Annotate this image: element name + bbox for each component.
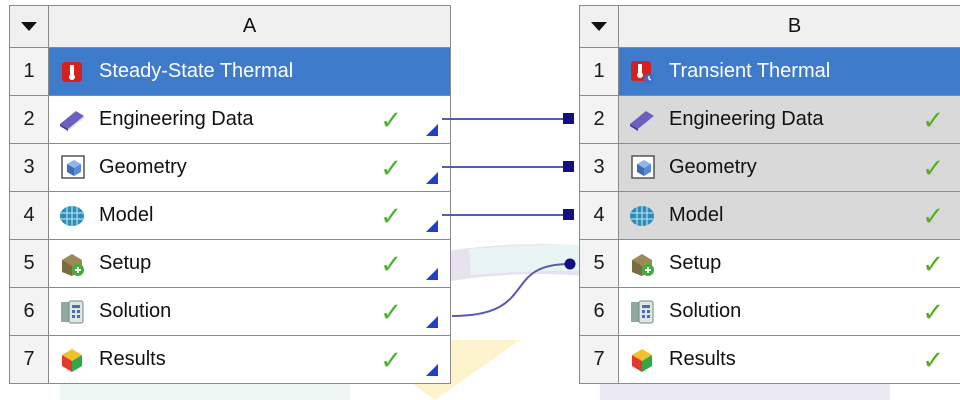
link-endpoint (563, 113, 574, 124)
link-endpoint (563, 161, 574, 172)
system-links (442, 113, 576, 317)
link-endpoint (564, 258, 576, 270)
link-solution-to-setup (451, 263, 571, 317)
link-endpoint (563, 209, 574, 220)
